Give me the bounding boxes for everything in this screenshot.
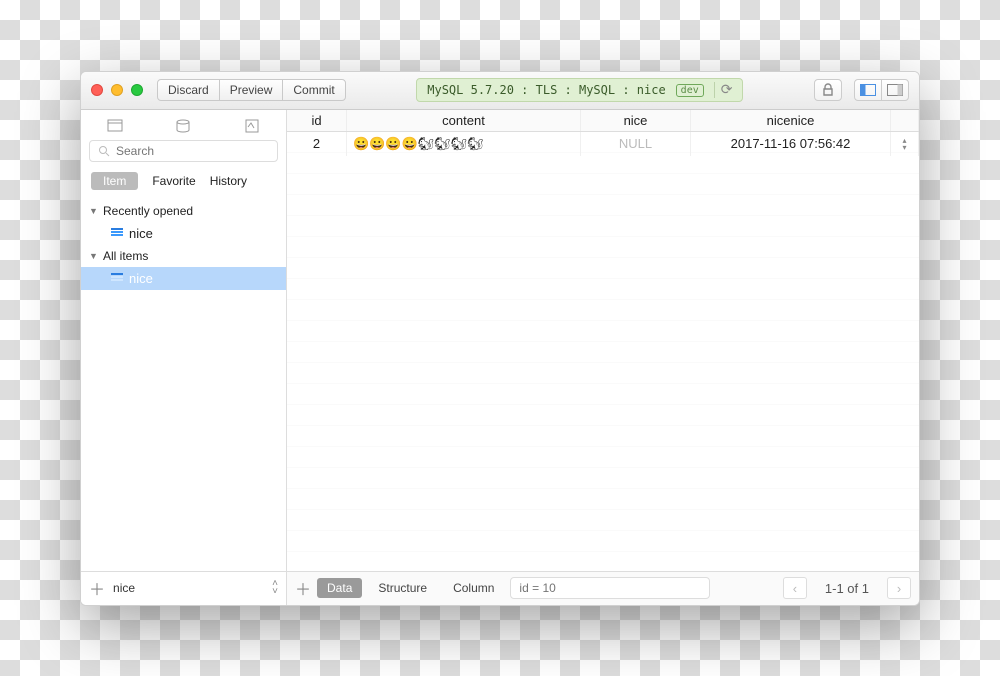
panel-toggle-group <box>854 79 909 101</box>
traffic-lights <box>91 84 143 96</box>
lock-icon <box>822 83 834 97</box>
table-category-icon <box>106 118 124 134</box>
tree-item-label: nice <box>129 226 153 241</box>
filter-input[interactable] <box>510 577 710 599</box>
app-window: Discard Preview Commit MySQL 5.7.20 : TL… <box>80 71 920 606</box>
sidebar-footer: ＋ nice ˄˅ <box>81 571 286 605</box>
cell-id[interactable]: 2 <box>287 132 347 156</box>
page-info: 1-1 of 1 <box>813 581 881 596</box>
sidebar-category-tabs <box>81 110 286 140</box>
filter-tab-history[interactable]: History <box>210 174 247 188</box>
group-recently-opened[interactable]: ▼ Recently opened <box>81 200 286 222</box>
search-input[interactable] <box>116 144 271 158</box>
left-panel-toggle[interactable] <box>854 79 882 101</box>
filter-tab-item[interactable]: Item <box>91 172 138 190</box>
main-footer: ＋ Data Structure Column ‹ 1-1 of 1 › <box>287 571 919 605</box>
next-page-button[interactable]: › <box>887 577 911 599</box>
footer-tab-data[interactable]: Data <box>317 578 362 598</box>
cell-nicenice[interactable]: 2017-11-16 07:56:42 <box>691 132 891 156</box>
database-icon <box>174 118 192 134</box>
all-item-nice[interactable]: nice <box>81 267 286 290</box>
disclosure-triangle-icon: ▼ <box>89 251 99 261</box>
stepper-icon: ▴▾ <box>902 137 906 151</box>
right-panel-icon <box>887 84 903 96</box>
dropdown-value: nice <box>113 581 135 595</box>
sidebar-tab-query[interactable] <box>243 118 261 134</box>
footer-tab-column[interactable]: Column <box>443 578 504 598</box>
column-header-spacer <box>891 110 919 131</box>
sidebar-footer-dropdown[interactable]: nice ˄˅ <box>113 580 278 596</box>
sidebar-tab-table[interactable] <box>106 118 124 134</box>
main-panel: id content nice nicenice 2 😀😀😀😀🐿🐿🐿🐿 NULL… <box>287 110 919 605</box>
add-item-button[interactable]: ＋ <box>89 576 105 600</box>
cell-content[interactable]: 😀😀😀😀🐿🐿🐿🐿 <box>347 132 581 156</box>
prev-page-button[interactable]: ‹ <box>783 577 807 599</box>
sidebar-filter-tabs: Item Favorite History <box>81 168 286 196</box>
column-header-id[interactable]: id <box>287 110 347 131</box>
titlebar-right <box>814 79 909 101</box>
query-icon <box>243 118 261 134</box>
filter-tab-favorite[interactable]: Favorite <box>152 174 195 188</box>
group-all-items[interactable]: ▼ All items <box>81 245 286 267</box>
cell-nice[interactable]: NULL <box>581 132 691 156</box>
group-label: All items <box>103 249 148 263</box>
sidebar-search[interactable] <box>89 140 278 162</box>
discard-button[interactable]: Discard <box>157 79 220 101</box>
reload-icon[interactable]: ⟳ <box>714 82 733 98</box>
disclosure-triangle-icon: ▼ <box>89 206 99 216</box>
recent-item-nice[interactable]: nice <box>81 222 286 245</box>
table-body[interactable]: 2 😀😀😀😀🐿🐿🐿🐿 NULL 2017-11-16 07:56:42 ▴▾ <box>287 132 919 571</box>
column-header-nicenice[interactable]: nicenice <box>691 110 891 131</box>
commit-button-group: Discard Preview Commit <box>157 79 346 101</box>
column-header-nice[interactable]: nice <box>581 110 691 131</box>
table-icon <box>111 228 123 238</box>
tree-item-label: nice <box>129 271 153 286</box>
connection-path-text: MySQL 5.7.20 : TLS : MySQL : nice <box>427 83 665 97</box>
left-panel-icon <box>860 84 876 96</box>
zoom-window-button[interactable] <box>131 84 143 96</box>
titlebar: Discard Preview Commit MySQL 5.7.20 : TL… <box>81 72 919 110</box>
search-icon <box>98 145 110 157</box>
close-window-button[interactable] <box>91 84 103 96</box>
minimize-window-button[interactable] <box>111 84 123 96</box>
right-panel-toggle[interactable] <box>881 79 909 101</box>
sidebar: Item Favorite History ▼ Recently opened … <box>81 110 287 605</box>
footer-tab-structure[interactable]: Structure <box>368 578 437 598</box>
connection-path[interactable]: MySQL 5.7.20 : TLS : MySQL : nice dev ⟳ <box>416 78 743 102</box>
group-label: Recently opened <box>103 204 193 218</box>
env-badge: dev <box>676 84 704 97</box>
column-header-content[interactable]: content <box>347 110 581 131</box>
commit-button[interactable]: Commit <box>282 79 345 101</box>
window-body: Item Favorite History ▼ Recently opened … <box>81 110 919 605</box>
sidebar-tab-database[interactable] <box>174 118 192 134</box>
table-icon <box>111 273 123 283</box>
cell-row-stepper[interactable]: ▴▾ <box>891 132 919 156</box>
stepper-icon: ˄˅ <box>272 580 278 596</box>
table-row[interactable]: 2 😀😀😀😀🐿🐿🐿🐿 NULL 2017-11-16 07:56:42 ▴▾ <box>287 132 919 156</box>
preview-button[interactable]: Preview <box>219 79 284 101</box>
add-row-button[interactable]: ＋ <box>295 576 311 600</box>
table-header-row: id content nice nicenice <box>287 110 919 132</box>
sidebar-tree: ▼ Recently opened nice ▼ All items nice <box>81 196 286 571</box>
lock-button[interactable] <box>814 79 842 101</box>
